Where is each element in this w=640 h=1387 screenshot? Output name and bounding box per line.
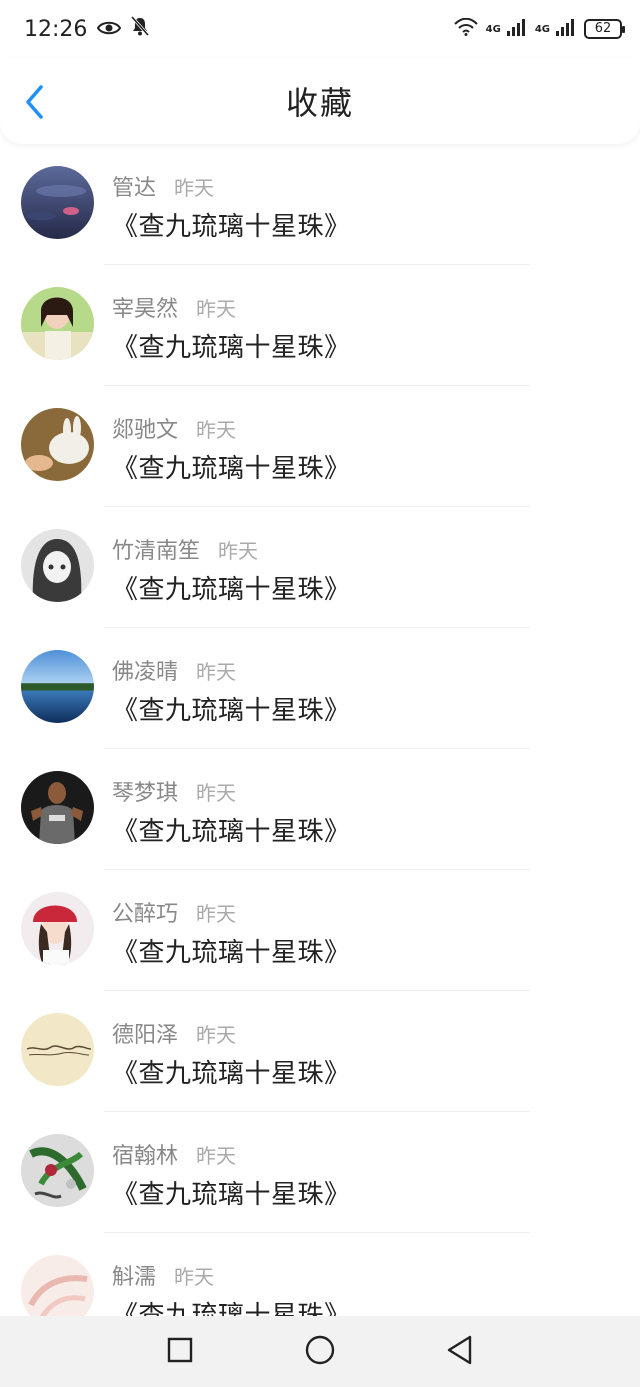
system-nav-bar [0,1316,640,1387]
status-time: 12:26 [24,16,88,42]
timestamp: 昨天 [174,176,215,200]
list-item[interactable]: 宰昊然 昨天 《查九琉璃十星珠》 [0,265,640,386]
status-right: 4G 4G 62 [453,17,625,40]
user-name: 斛濡 [112,1265,157,1290]
name-row: 郯驰文 昨天 [112,412,236,444]
avatar [21,287,94,360]
book-title: 《查九琉璃十星珠》 [112,454,351,484]
name-row: 琴梦琪 昨天 [112,775,236,807]
list-item[interactable]: 竹清南笙 昨天 《查九琉璃十星珠》 [0,507,640,628]
timestamp: 昨天 [196,1144,237,1168]
user-name: 宰昊然 [112,297,179,322]
name-row: 公醉巧 昨天 [112,896,236,928]
user-name: 竹清南笙 [112,539,201,564]
wifi-icon [453,17,478,40]
timestamp: 昨天 [218,539,259,563]
user-name: 佛凌晴 [112,660,179,685]
book-title: 《查九琉璃十星珠》 [112,1059,351,1089]
name-row: 佛凌晴 昨天 [112,654,236,686]
network-type-2: 4G [534,23,550,35]
book-title: 《查九琉璃十星珠》 [112,212,351,242]
name-row: 斛濡 昨天 [112,1259,214,1291]
user-name: 琴梦琪 [112,781,179,806]
list-item[interactable]: 郯驰文 昨天 《查九琉璃十星珠》 [0,386,640,507]
timestamp: 昨天 [196,297,237,321]
list-item[interactable]: 琴梦琪 昨天 《查九琉璃十星珠》 [0,749,640,870]
page-title: 收藏 [285,84,354,122]
avatar [21,1013,94,1086]
status-left: 12:26 [24,16,150,42]
user-name: 管达 [112,176,157,201]
back-nav-button[interactable] [440,1332,480,1372]
header: 收藏 [0,58,640,144]
book-title: 《查九琉璃十星珠》 [112,575,351,605]
network-type-1: 4G [485,23,501,35]
recents-square-icon [167,1337,193,1367]
name-row: 德阳泽 昨天 [112,1017,236,1049]
user-name: 宿翰林 [112,1144,179,1169]
signal-icon [556,18,576,40]
recents-button[interactable] [160,1332,200,1372]
list-item[interactable]: 公醉巧 昨天 《查九琉璃十星珠》 [0,870,640,991]
avatar [21,650,94,723]
timestamp: 昨天 [196,781,237,805]
back-button[interactable] [20,84,50,124]
list-item[interactable]: 佛凌晴 昨天 《查九琉璃十星珠》 [0,628,640,749]
avatar [21,408,94,481]
book-title: 《查九琉璃十星珠》 [112,1180,351,1210]
book-title: 《查九琉璃十星珠》 [112,333,351,363]
status-bar: 12:26 4G 4G 62 [0,0,640,58]
bell-off-icon [131,16,150,42]
book-title: 《查九琉璃十星珠》 [112,696,351,726]
avatar [21,166,94,239]
list-item[interactable]: 德阳泽 昨天 《查九琉璃十星珠》 [0,991,640,1112]
timestamp: 昨天 [196,1023,237,1047]
list-item[interactable]: 斛濡 昨天 《查九琉璃十星珠》 [0,1233,640,1316]
user-name: 公醉巧 [112,902,179,927]
timestamp: 昨天 [196,418,237,442]
name-row: 竹清南笙 昨天 [112,533,258,565]
book-title: 《查九琉璃十星珠》 [112,938,351,968]
name-row: 管达 昨天 [112,170,214,202]
avatar [21,1255,94,1316]
book-title: 《查九琉璃十星珠》 [112,1301,351,1316]
name-row: 宰昊然 昨天 [112,291,236,323]
list-item[interactable]: 宿翰林 昨天 《查九琉璃十星珠》 [0,1112,640,1233]
user-name: 德阳泽 [112,1023,179,1048]
book-title: 《查九琉璃十星珠》 [112,817,351,847]
avatar [21,771,94,844]
user-name: 郯驰文 [112,418,179,443]
avatar [21,529,94,602]
avatar [21,892,94,965]
timestamp: 昨天 [174,1265,215,1289]
home-circle-icon [305,1335,335,1369]
chevron-left-icon [25,85,45,123]
home-button[interactable] [300,1332,340,1372]
signal-icon [506,18,527,40]
timestamp: 昨天 [196,902,237,926]
favorites-list: 管达 昨天 《查九琉璃十星珠》 宰昊然 昨天 《查九琉璃十星珠》 郯驰文 昨天 … [0,144,640,1316]
timestamp: 昨天 [196,660,237,684]
battery-indicator: 62 [584,19,625,39]
eye-icon [97,17,122,42]
list-item[interactable]: 管达 昨天 《查九琉璃十星珠》 [0,144,640,265]
avatar [21,1134,94,1207]
back-triangle-icon [446,1335,474,1369]
name-row: 宿翰林 昨天 [112,1138,236,1170]
